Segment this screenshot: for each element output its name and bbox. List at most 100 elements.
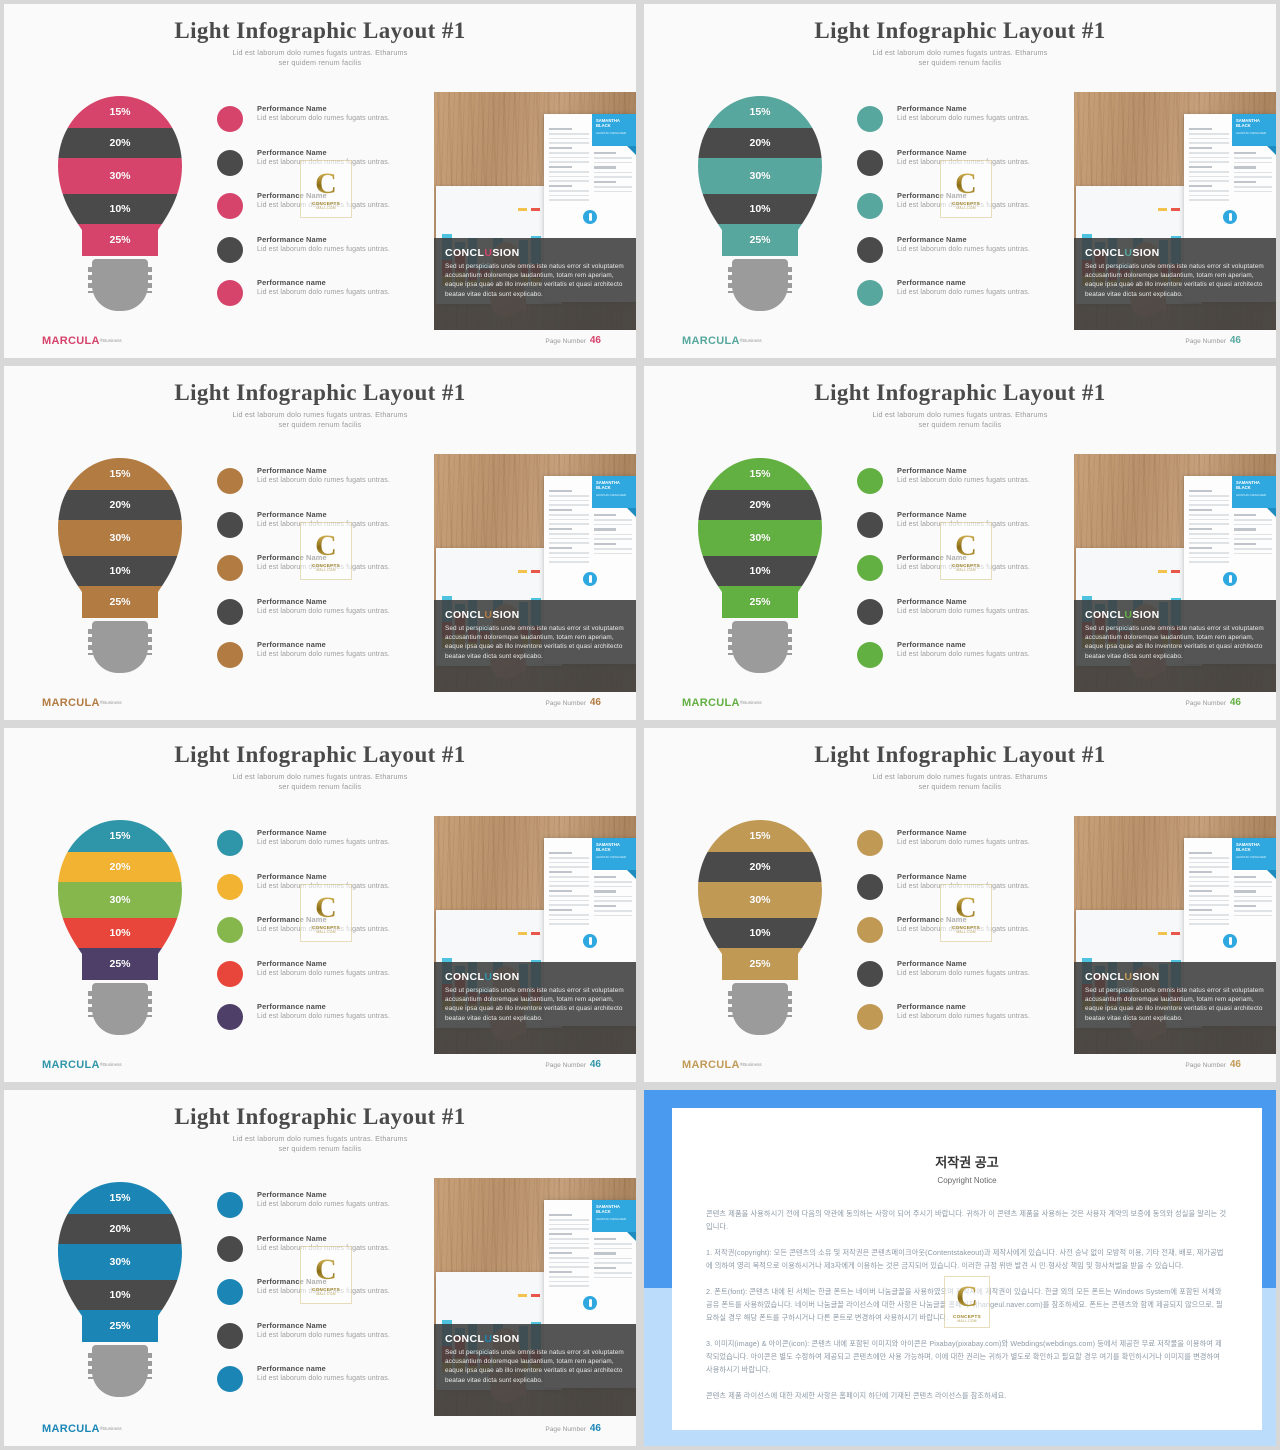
legend-item[interactable]: Performance Name Lid est laborum dolo rum… <box>857 828 1047 872</box>
resume-text-line <box>549 852 573 855</box>
legend-item[interactable]: Performance Name Lid est laborum dolo rum… <box>217 1321 407 1365</box>
resume-text-line <box>549 1219 589 1221</box>
legend-text: Performance Name Lid est laborum dolo rum… <box>897 466 1047 484</box>
resume-text-line <box>549 1285 589 1287</box>
legend-item-name: Performance Name <box>897 234 967 244</box>
legend-color-dot <box>857 193 883 219</box>
legend-item[interactable]: Performance name Lid est laborum dolo rum… <box>857 1002 1047 1046</box>
legend-item[interactable]: Performance Name Lid est laborum dolo rum… <box>217 148 407 192</box>
legend-item[interactable]: Performance name Lid est laborum dolo rum… <box>857 640 1047 684</box>
resume-text-line <box>549 904 589 906</box>
resume-text-line <box>594 900 632 902</box>
resume-header-banner: SAMANTHA BLACK GRAPHIC DESIGNER <box>1232 838 1276 879</box>
slide-1: Light Infographic Layout #1 Lid est labor… <box>0 0 640 362</box>
chart-legend-swatch <box>531 208 540 211</box>
conclusion-body: Sed ut perspiciatis unde omnis iste natu… <box>445 625 624 660</box>
legend-item[interactable]: Performance name Lid est laborum dolo rum… <box>217 1364 407 1408</box>
legend-item-name: Performance Name <box>257 466 327 475</box>
legend-item[interactable]: Performance name Lid est laborum dolo rum… <box>857 278 1047 322</box>
resume-text-line <box>549 899 589 902</box>
legend-item[interactable]: Performance Name Lid est laborum dolo rum… <box>217 191 407 235</box>
legend-item[interactable]: Performance Name Lid est laborum dolo rum… <box>217 959 407 1003</box>
resume-text-line <box>1189 152 1229 154</box>
legend-item-name: Performance Name <box>897 553 967 562</box>
legend-item[interactable]: Performance Name Lid est laborum dolo rum… <box>217 915 407 959</box>
resume-text-line <box>1189 190 1229 192</box>
brand-logo: MARCULA®Business <box>42 697 122 709</box>
legend-item[interactable]: Performance name Lid est laborum dolo rum… <box>217 640 407 684</box>
lightbulb-infographic: 15% 20% 30% 10% 25% <box>54 458 186 674</box>
brand-logo: MARCULA®Business <box>682 1059 762 1071</box>
legend-item[interactable]: Performance Name Lid est laborum dolo rum… <box>857 235 1047 279</box>
legend-item[interactable]: Performance Name Lid est laborum dolo rum… <box>857 510 1047 554</box>
resume-text-line <box>1189 542 1229 544</box>
legend-item[interactable]: Performance Name Lid est laborum dolo rum… <box>217 1277 407 1321</box>
legend-color-dot <box>217 642 243 668</box>
lightbulb-band: 25% <box>698 586 822 618</box>
lightbulb-band: 15% <box>698 458 822 490</box>
legend-item[interactable]: Performance Name Lid est laborum dolo rum… <box>217 597 407 641</box>
resume-role: GRAPHIC DESIGNER <box>596 493 627 497</box>
legend-item-description: Lid est laborum dolo rumes fugats untras… <box>897 1013 1030 1020</box>
resume-header-banner: SAMANTHA BLACK GRAPHIC DESIGNER <box>592 114 636 155</box>
chart-legend-swatch <box>518 1294 527 1297</box>
legend-item[interactable]: Performance Name Lid est laborum dolo rum… <box>857 148 1047 192</box>
legend-item[interactable]: Performance Name Lid est laborum dolo rum… <box>857 104 1047 148</box>
legend-item-name: Performance Name <box>257 828 327 837</box>
chart-legend-swatch <box>1171 208 1180 211</box>
lightbulb-glass: 15% 20% 30% 10% 25% <box>698 458 822 618</box>
legend-item[interactable]: Performance Name Lid est laborum dolo rum… <box>217 1234 407 1278</box>
legend-text: Performance Name Lid est laborum dolo rum… <box>257 915 407 933</box>
legend-item-name: Performance Name <box>897 871 967 881</box>
legend-item[interactable]: Performance Name Lid est laborum dolo rum… <box>217 1190 407 1234</box>
legend-item[interactable]: Performance Name Lid est laborum dolo rum… <box>217 235 407 279</box>
legend-item[interactable]: Performance Name Lid est laborum dolo rum… <box>217 104 407 148</box>
legend-item-name: Performance Name <box>257 104 327 113</box>
conclusion-title-highlight: U <box>484 609 493 621</box>
resume-text-line <box>594 519 632 521</box>
resume-text-line <box>549 889 573 893</box>
resume-text-line <box>594 890 617 893</box>
performance-legend: Performance Name Lid est laborum dolo rum… <box>857 104 1047 322</box>
chart-legend-swatch <box>1171 570 1180 573</box>
legend-item[interactable]: Performance Name Lid est laborum dolo rum… <box>857 466 1047 510</box>
resume-text-line <box>1189 889 1213 893</box>
lightbulb-band: 10% <box>698 194 822 224</box>
legend-item[interactable]: Performance Name Lid est laborum dolo rum… <box>217 466 407 510</box>
resume-text-line <box>594 185 632 188</box>
legend-item[interactable]: Performance Name Lid est laborum dolo rum… <box>857 959 1047 1003</box>
legend-item-description: Lid est laborum dolo rumes fugats untras… <box>897 839 1030 846</box>
resume-header-banner: SAMANTHA BLACK GRAPHIC DESIGNER <box>1232 114 1276 155</box>
legend-item-description: Lid est laborum dolo rumes fugats untras… <box>897 289 1030 296</box>
legend-item[interactable]: Performance Name Lid est laborum dolo rum… <box>857 597 1047 641</box>
resume-text-lines-left <box>1189 490 1229 566</box>
resume-text-lines-left <box>549 1214 589 1290</box>
legend-color-dot <box>217 1004 243 1030</box>
resume-text-line <box>549 184 573 188</box>
legend-item[interactable]: Performance Name Lid est laborum dolo rum… <box>217 553 407 597</box>
slide-3: Light Infographic Layout #1 Lid est labor… <box>0 362 640 724</box>
resume-text-line <box>1189 852 1213 855</box>
legend-item[interactable]: Performance Name Lid est laborum dolo rum… <box>217 828 407 872</box>
resume-text-line <box>549 880 589 883</box>
page-number: Page Number 46 <box>545 1059 601 1070</box>
resume-role: GRAPHIC DESIGNER <box>1236 131 1267 135</box>
resume-text-line <box>549 128 573 131</box>
lightbulb-base <box>728 621 792 673</box>
legend-item[interactable]: Performance Name Lid est laborum dolo rum… <box>217 872 407 916</box>
resume-text-line <box>549 561 589 563</box>
resume-text-line <box>1189 490 1213 493</box>
resume-text-line <box>594 895 632 898</box>
legend-item[interactable]: Performance Name Lid est laborum dolo rum… <box>857 553 1047 597</box>
resume-text-line <box>1189 171 1229 173</box>
legend-color-dot <box>217 1279 243 1305</box>
legend-color-dot <box>857 149 883 176</box>
legend-item[interactable]: Performance Name Lid est laborum dolo rum… <box>217 510 407 554</box>
legend-item[interactable]: Performance Name Lid est laborum dolo rum… <box>857 191 1047 235</box>
resume-text-line <box>1234 885 1272 888</box>
legend-item[interactable]: Performance Name Lid est laborum dolo rum… <box>857 915 1047 959</box>
resume-text-line <box>549 523 589 525</box>
legend-item[interactable]: Performance Name Lid est laborum dolo rum… <box>857 872 1047 916</box>
legend-item[interactable]: Performance name Lid est laborum dolo rum… <box>217 278 407 322</box>
legend-item[interactable]: Performance name Lid est laborum dolo rum… <box>217 1002 407 1046</box>
